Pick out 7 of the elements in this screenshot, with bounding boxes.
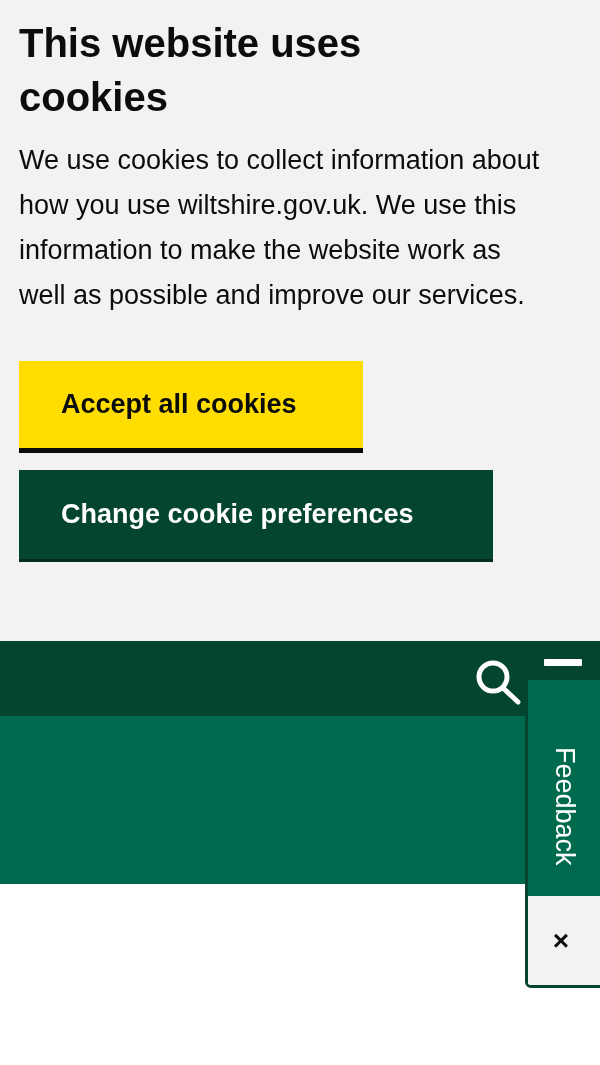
accept-button[interactable]: Accept all cookies — [19, 361, 363, 453]
search-icon[interactable] — [474, 659, 522, 705]
feedback-button[interactable]: Feedback — [528, 680, 600, 896]
banner-text: We use cookies to collect information about how you use wiltshire.gov.uk. We use this information to make the website work as well as possible and improve our services. — [19, 144, 541, 312]
preferences-button[interactable]: Change cookie preferences — [19, 470, 493, 562]
banner-title: This website uses cookies — [19, 20, 363, 121]
close-button[interactable]: × — [528, 896, 600, 985]
